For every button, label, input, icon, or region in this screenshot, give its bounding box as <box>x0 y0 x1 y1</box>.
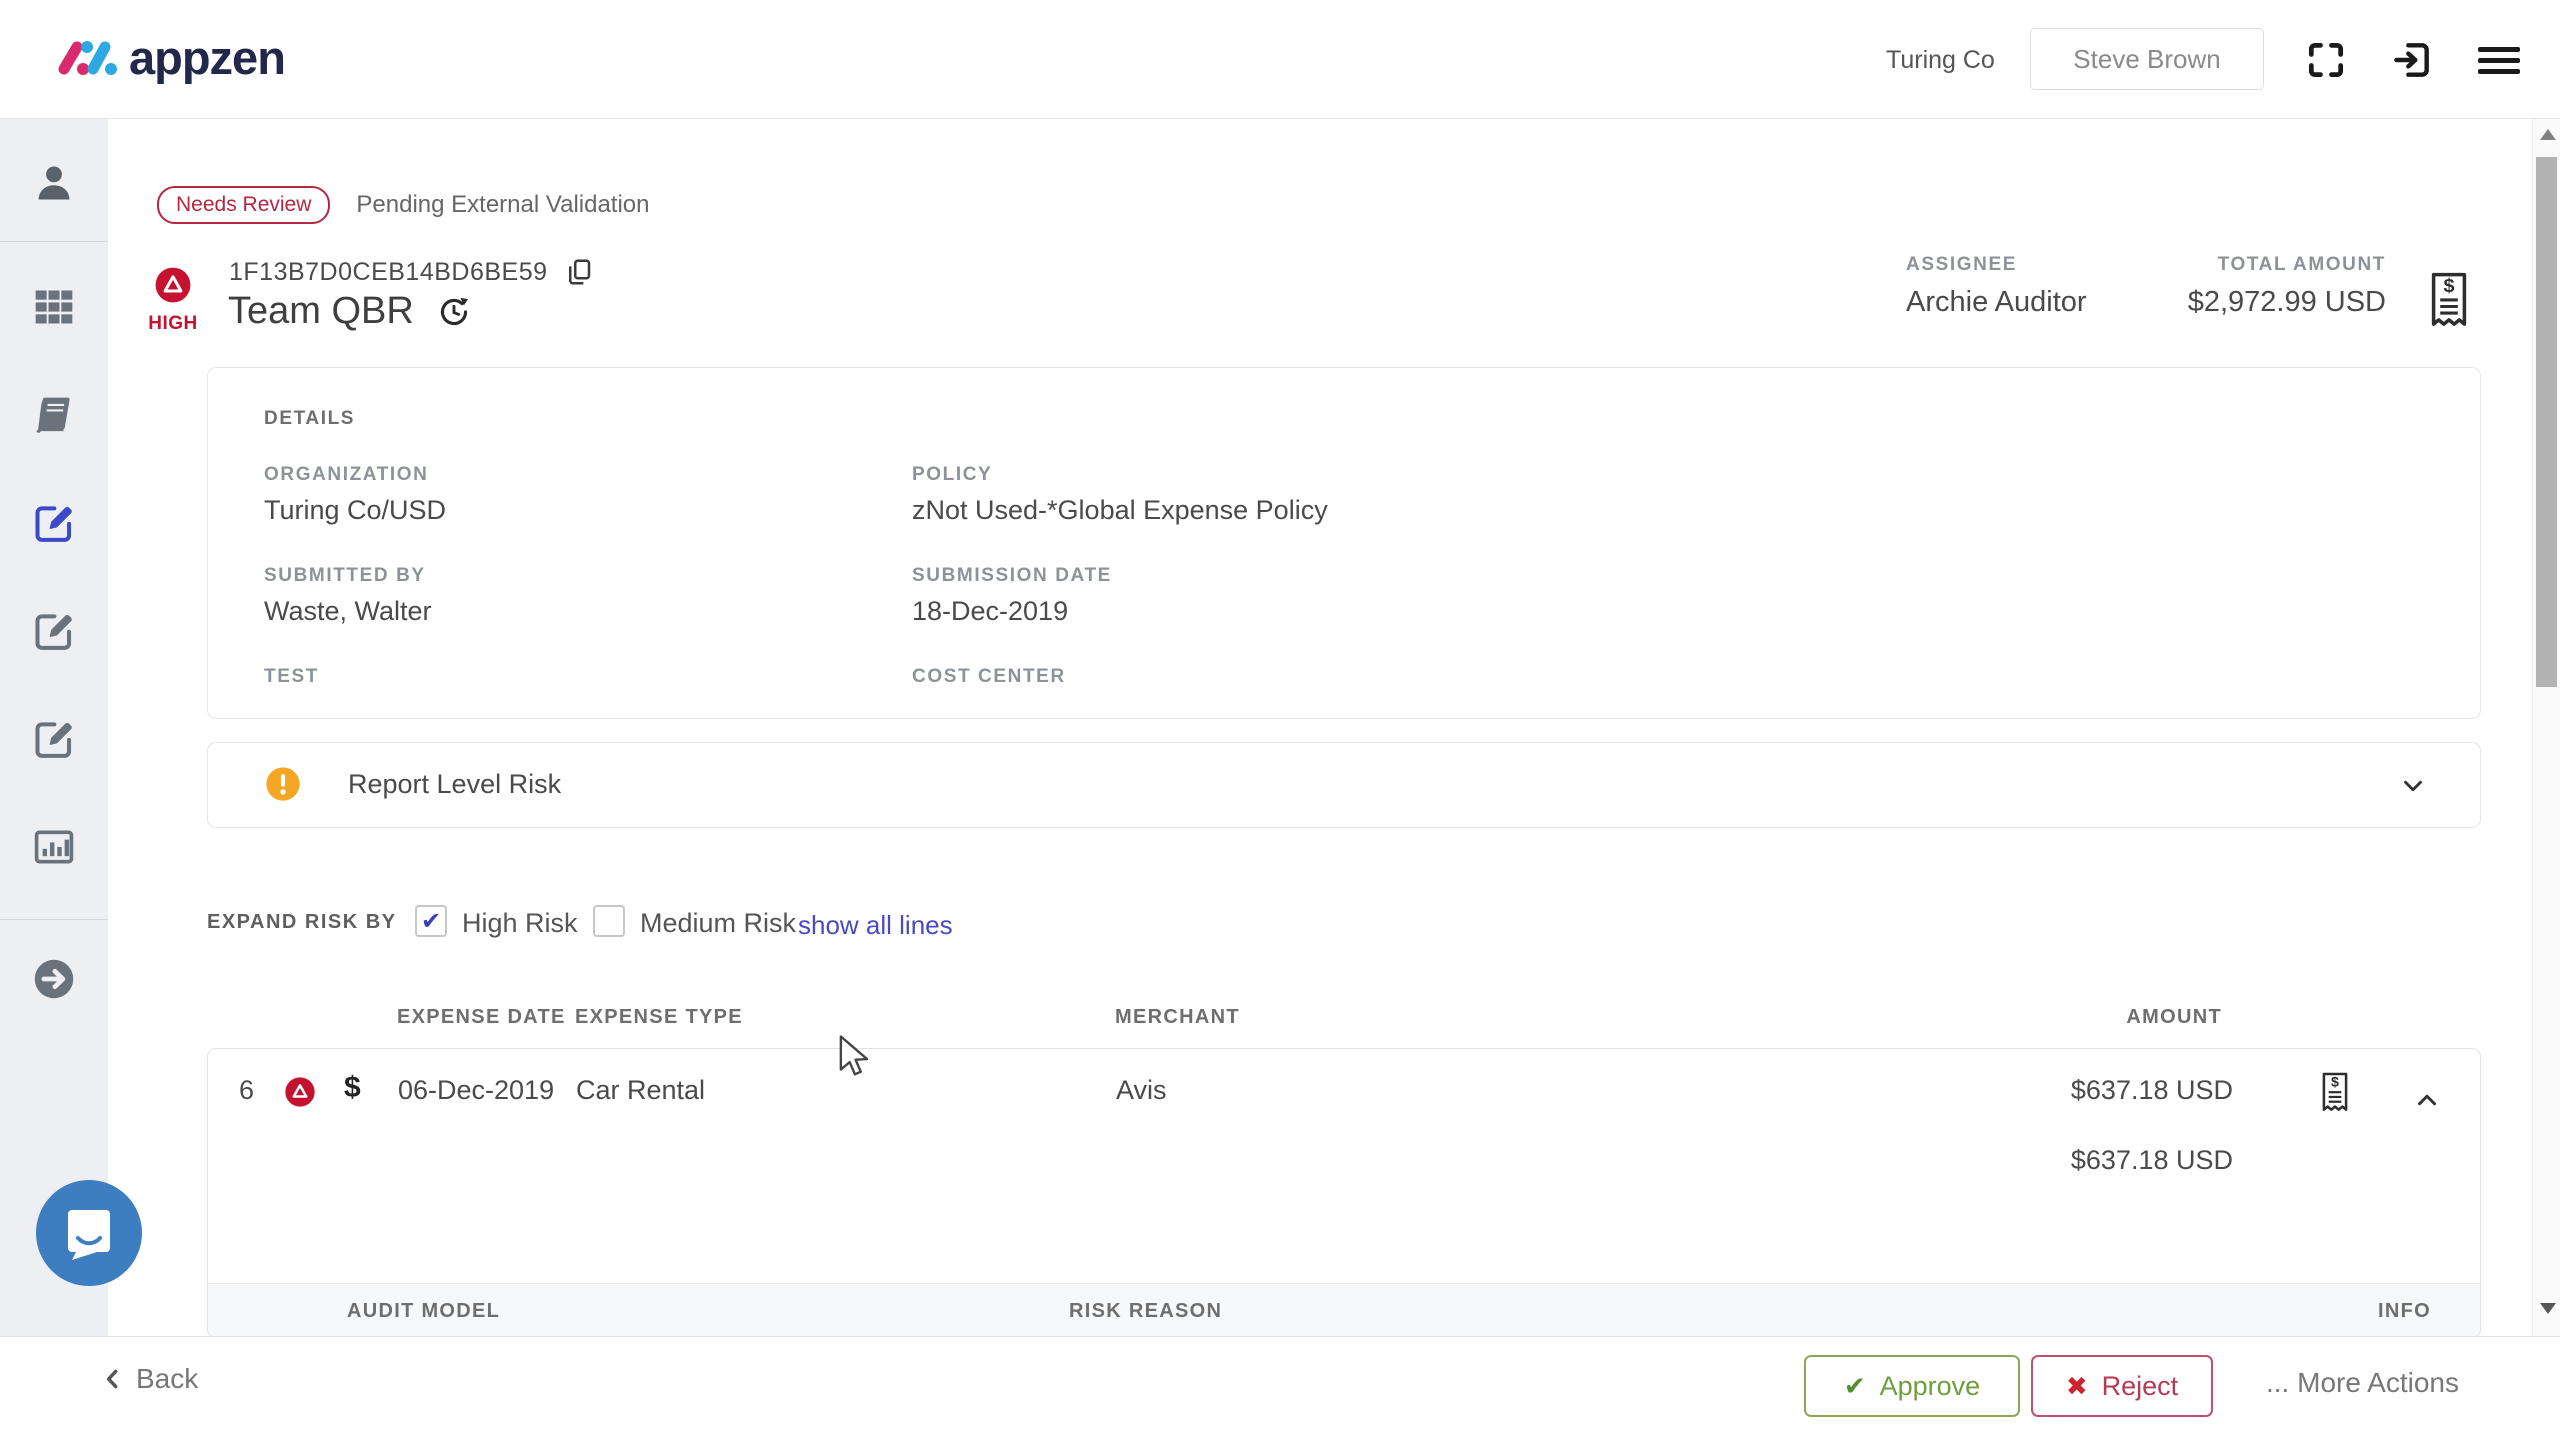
appzen-logo: appzen <box>55 30 285 85</box>
field-cost-center: COST CENTER <box>912 666 1328 731</box>
scroll-up-arrow[interactable] <box>2540 129 2556 140</box>
action-footer: Back ✔ Approve ✖ Reject ... More Actions <box>0 1336 2560 1440</box>
medium-risk-checkbox[interactable] <box>593 905 625 937</box>
reject-button[interactable]: ✖ Reject <box>2031 1355 2213 1417</box>
check-icon: ✔ <box>1844 1371 1866 1402</box>
company-name: Turing Co <box>1886 46 1995 75</box>
edit-icon-2[interactable] <box>32 609 76 653</box>
svg-text:$: $ <box>2443 275 2454 297</box>
risk-level-label: HIGH <box>140 313 206 335</box>
total-amount-label: TOTAL AMOUNT <box>2036 254 2386 276</box>
expense-row[interactable]: 6 $ 06-Dec-2019 Car Rental Avis $637.18 … <box>207 1048 2481 1338</box>
approve-label: Approve <box>1880 1371 1981 1402</box>
report-title-row: Team QBR <box>228 290 472 333</box>
amount: $637.18 USD <box>2008 1075 2233 1106</box>
edit-icon-3[interactable] <box>32 717 76 761</box>
copy-icon[interactable] <box>564 256 594 288</box>
table-icon[interactable] <box>32 285 76 329</box>
field-submitted-by: SUBMITTED BY Waste, Walter <box>264 565 912 630</box>
scroll-down-arrow[interactable] <box>2540 1303 2556 1314</box>
menu-icon[interactable] <box>2478 47 2520 73</box>
report-level-risk-label: Report Level Risk <box>348 769 561 800</box>
reject-label: Reject <box>2102 1371 2179 1402</box>
chevron-left-icon <box>100 1366 126 1392</box>
report-id-row: 1F13B7D0CEB14BD6BE59 <box>229 256 594 288</box>
expense-type: Car Rental <box>576 1075 705 1106</box>
total-amount-value: $2,972.99 USD <box>2036 286 2386 319</box>
sidebar-divider <box>0 241 108 242</box>
field-test: TEST <box>264 666 912 731</box>
col-expense-type: EXPENSE TYPE <box>575 1006 743 1029</box>
field-policy: POLICY zNot Used-*Global Expense Policy <box>912 464 1328 529</box>
total-amount-block: TOTAL AMOUNT $2,972.99 USD <box>2036 254 2386 319</box>
bar-chart-icon[interactable] <box>32 825 76 869</box>
book-icon[interactable] <box>32 393 76 437</box>
report-title: Team QBR <box>228 290 414 333</box>
more-actions-button[interactable]: ... More Actions <box>2266 1367 2459 1399</box>
expand-risk-by-label: EXPAND RISK BY <box>207 911 397 934</box>
user-menu-button[interactable]: Steve Brown <box>2030 28 2264 90</box>
details-fields: ORGANIZATION Turing Co/USD POLICY zNot U… <box>264 464 1328 731</box>
report-status-row: Needs Review Pending External Validation <box>157 186 650 224</box>
col-expense-date: EXPENSE DATE <box>397 1006 566 1029</box>
high-risk-label[interactable]: High Risk <box>462 908 578 939</box>
expense-date: 06-Dec-2019 <box>398 1075 554 1106</box>
user-icon[interactable] <box>32 161 76 205</box>
chevron-down-icon[interactable] <box>2398 771 2428 801</box>
approve-button[interactable]: ✔ Approve <box>1804 1355 2020 1417</box>
arrow-circle-right-icon[interactable] <box>32 957 76 1001</box>
back-button[interactable]: Back <box>100 1363 198 1395</box>
merchant: Avis <box>1116 1075 1167 1106</box>
warning-icon <box>264 765 302 803</box>
appzen-audit-app: appzen Turing Co Steve Brown <box>0 0 2560 1440</box>
appzen-logo-icon <box>55 34 117 82</box>
details-card: DETAILS ORGANIZATION Turing Co/USD POLIC… <box>207 367 2481 719</box>
top-header: appzen Turing Co Steve Brown <box>0 0 2560 119</box>
high-risk-checkbox[interactable] <box>415 905 447 937</box>
field-submission-date: SUBMISSION DATE 18-Dec-2019 <box>912 565 1328 630</box>
report-receipt-icon[interactable]: $ <box>2422 268 2476 334</box>
line-detail-header: AUDIT MODEL RISK REASON INFO <box>208 1283 2480 1338</box>
status-text: Pending External Validation <box>356 191 649 219</box>
col-risk-reason: RISK REASON <box>1069 1300 1222 1323</box>
history-icon[interactable] <box>436 294 472 330</box>
high-risk-icon <box>154 266 192 304</box>
field-organization: ORGANIZATION Turing Co/USD <box>264 464 912 529</box>
line-receipt-icon[interactable]: $ <box>2316 1069 2354 1117</box>
left-sidebar <box>0 119 108 1336</box>
brand-name: appzen <box>129 30 285 85</box>
details-heading: DETAILS <box>264 408 355 430</box>
x-icon: ✖ <box>2066 1371 2088 1402</box>
back-label: Back <box>136 1363 198 1395</box>
sub-amount: $637.18 USD <box>2008 1145 2233 1176</box>
sidebar-divider <box>0 919 108 920</box>
report-id: 1F13B7D0CEB14BD6BE59 <box>229 258 548 287</box>
vertical-scrollbar[interactable] <box>2532 119 2560 1336</box>
chat-widget-icon[interactable] <box>36 1180 142 1286</box>
report-level-risk-card[interactable]: Report Level Risk <box>207 742 2481 828</box>
medium-risk-label[interactable]: Medium Risk <box>640 908 796 939</box>
edit-audit-icon-active[interactable] <box>32 501 76 545</box>
col-amount: AMOUNT <box>2100 1006 2222 1029</box>
report-risk-badge: HIGH <box>140 266 206 335</box>
col-merchant: MERCHANT <box>1115 1006 1240 1029</box>
fullscreen-icon[interactable] <box>2304 38 2348 82</box>
status-badge: Needs Review <box>157 186 330 224</box>
scrollbar-thumb[interactable] <box>2536 157 2557 687</box>
line-high-risk-icon <box>284 1076 316 1108</box>
col-info: INFO <box>2378 1300 2431 1323</box>
logout-icon[interactable] <box>2390 38 2434 82</box>
show-all-lines-link[interactable]: show all lines <box>798 910 953 941</box>
col-audit-model: AUDIT MODEL <box>347 1300 500 1323</box>
chevron-up-icon[interactable] <box>2412 1085 2442 1115</box>
svg-text:$: $ <box>2331 1075 2339 1091</box>
currency-icon: $ <box>344 1071 361 1105</box>
line-number: 6 <box>239 1075 254 1106</box>
